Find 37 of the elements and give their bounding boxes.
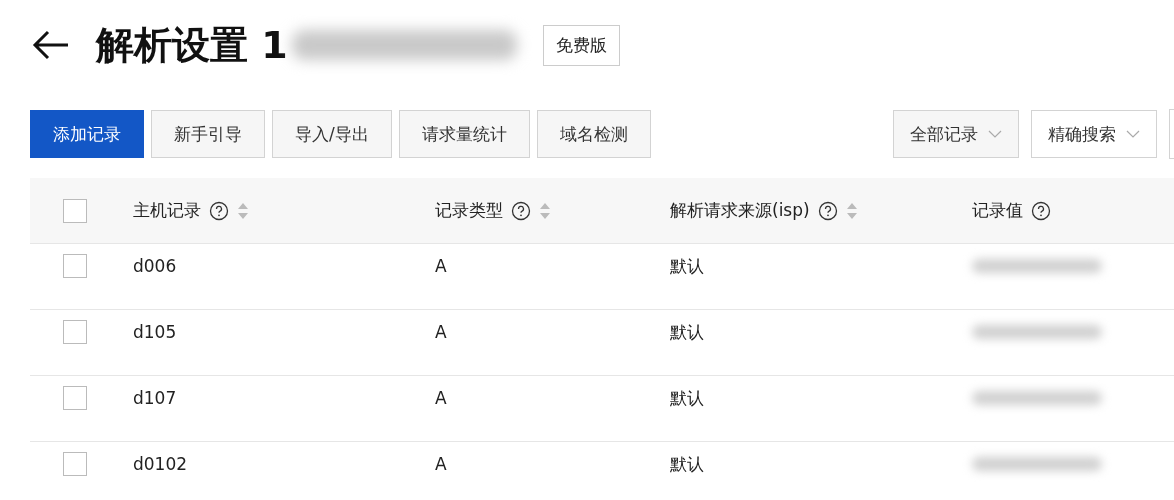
table-cell-text: d105 [133,322,178,343]
table-cell-text: 默认 [670,320,705,344]
table-cell-text: d006 [133,256,178,277]
help-icon[interactable] [209,200,229,221]
caret-icon [988,129,1002,139]
table-cell-text: A [435,322,448,343]
toolbar-button[interactable]: 请求量统计 [398,110,530,158]
column-header: 记录值 [972,199,1023,222]
filter-dropdown[interactable]: 全部记录 [893,110,1019,158]
table-cell-text: A [435,454,448,475]
caret-icon [1126,129,1140,139]
checkbox[interactable] [63,452,87,477]
column-header: 解析请求来源(isp) [670,199,810,222]
back-arrow-icon[interactable] [32,30,70,60]
filter-dropdown[interactable]: 精确搜索 [1031,110,1157,158]
table-cell-text: 默认 [670,386,705,410]
help-icon[interactable] [817,200,838,221]
page-title: 解析设置 1 [96,21,288,69]
column-header: 主机记录 [133,199,201,222]
column-header: 记录类型 [435,199,503,222]
checkbox[interactable] [63,320,87,345]
table-cell-text: 默认 [670,254,705,278]
toolbar-button[interactable]: 导入/导出 [272,110,392,158]
table-cell-text: d0102 [133,454,189,475]
checkbox[interactable] [63,198,87,223]
table-cell-text: 默认 [670,452,705,476]
toolbar-button[interactable]: 域名检测 [536,110,651,158]
toolbar-button[interactable]: 添加记录 [30,110,144,158]
table-cell-text: A [435,388,448,409]
checkbox[interactable] [63,386,87,411]
toolbar-button[interactable]: 新手引导 [151,110,265,158]
table-cell-text: A [435,256,448,277]
plan-badge: 免费版 [542,24,620,66]
help-icon[interactable] [511,200,531,221]
checkbox[interactable] [63,254,87,279]
help-icon[interactable] [1031,200,1051,221]
table-cell-text: d107 [133,388,178,409]
